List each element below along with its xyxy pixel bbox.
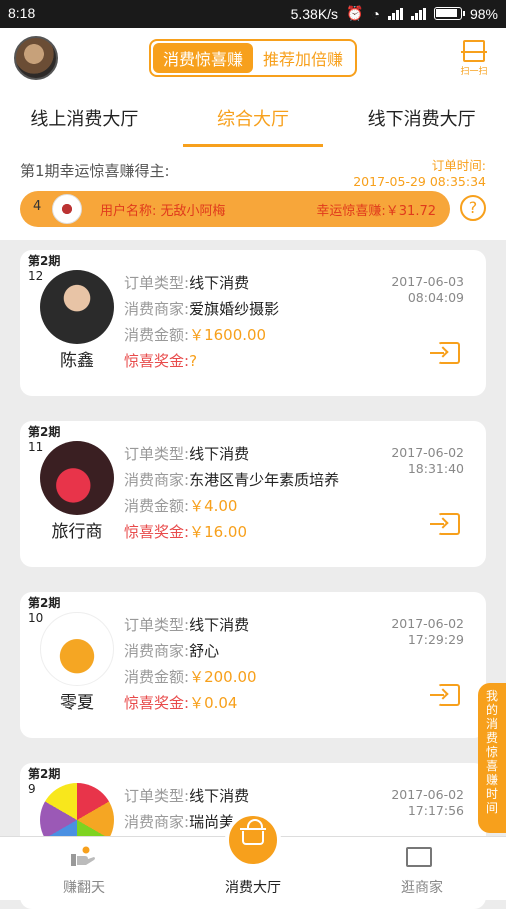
card-count: 11 <box>28 440 44 454</box>
scan-icon <box>461 40 487 62</box>
card-count: 9 <box>28 782 36 796</box>
nav-consume-hall-label: 消费大厅 <box>225 880 281 896</box>
amount-row: 消费金额:￥4.00 <box>124 497 238 515</box>
cart-icon <box>406 847 432 867</box>
winner-section: 第1期幸运惊喜赚得主: 订单时间: 2017-05-29 08:35:34 4 … <box>0 148 506 240</box>
merchant-row: 消费商家:爱旗婚纱摄影 <box>124 300 280 318</box>
tab-online-hall[interactable]: 线上消费大厅 <box>0 98 169 148</box>
order-card[interactable]: 第2期 12 陈鑫 订单类型:线下消费 消费商家:爱旗婚纱摄影 消费金额:￥16… <box>20 250 486 396</box>
nav-merchants-label: 逛商家 <box>401 880 443 896</box>
order-date: 2017-06-02 17:17:56 <box>391 787 464 818</box>
order-card[interactable]: 第2期 11 旅行商 订单类型:线下消费 消费商家:东港区青少年素质培养 消费金… <box>20 421 486 567</box>
scan-label: 扫一扫 <box>460 67 488 77</box>
order-type-row: 订单类型:线下消费 <box>124 274 250 292</box>
signal-icon-2 <box>410 7 426 20</box>
order-user-name: 旅行商 <box>51 522 103 542</box>
winner-avatar <box>52 194 82 224</box>
scan-button[interactable]: 扫一扫 <box>458 40 490 77</box>
amount-row: 消费金额:￥1600.00 <box>124 326 267 344</box>
order-date: 2017-06-02 18:31:40 <box>391 445 464 476</box>
signal-icon <box>387 7 403 20</box>
network-speed: 5.38K/s <box>290 5 339 22</box>
amount-row: 消费金额:￥200.00 <box>124 668 257 686</box>
mode-switcher: 消费惊喜赚 推荐加倍赚 <box>149 39 357 77</box>
order-user-avatar <box>40 270 114 344</box>
hand-coin-icon <box>71 846 95 866</box>
card-period: 第2期 <box>28 596 61 610</box>
battery-icon <box>433 7 465 20</box>
winner-user-name: 用户名称: 无敌小阿梅 <box>100 204 226 219</box>
status-time: 8:18 <box>8 5 36 21</box>
merchant-row: 消费商家:瑞尚美 <box>124 813 235 831</box>
enter-icon[interactable] <box>430 684 460 706</box>
battery-level: 98% <box>469 5 498 22</box>
help-icon[interactable]: ? <box>460 195 486 221</box>
order-user-avatar <box>40 612 114 686</box>
order-type-row: 订单类型:线下消费 <box>124 787 250 805</box>
card-period: 第2期 <box>28 425 61 439</box>
winner-banner[interactable]: 4 用户名称: 无敌小阿梅 幸运惊喜赚:￥31.72 <box>20 191 450 227</box>
order-date: 2017-06-02 17:29:29 <box>391 616 464 647</box>
bonus-row: 惊喜奖金:? <box>124 352 198 370</box>
status-bar: 8:18 5.38K/s ⏰ ◔ 98% <box>0 0 506 28</box>
switch-referral-double[interactable]: 推荐加倍赚 <box>253 43 353 73</box>
tab-general-hall[interactable]: 综合大厅 <box>169 98 338 148</box>
hall-tabs: 线上消费大厅 综合大厅 线下消费大厅 <box>0 98 506 148</box>
my-surprise-time-tab[interactable]: 我的消费惊喜赚时间 <box>478 683 506 833</box>
basket-icon <box>240 819 266 845</box>
order-type-row: 订单类型:线下消费 <box>124 616 250 634</box>
order-type-row: 订单类型:线下消费 <box>124 445 250 463</box>
switch-consume-surprise[interactable]: 消费惊喜赚 <box>153 43 253 73</box>
bonus-row: 惊喜奖金:￥16.00 <box>124 523 248 541</box>
enter-icon[interactable] <box>430 513 460 535</box>
order-card[interactable]: 第2期 10 零夏 订单类型:线下消费 消费商家:舒心 消费金额:￥200.00… <box>20 592 486 738</box>
winner-lucky-amount: 幸运惊喜赚:￥31.72 <box>316 204 436 219</box>
order-time-value: 2017-05-29 08:35:34 <box>353 174 486 189</box>
card-count: 10 <box>28 611 44 625</box>
order-user-avatar <box>40 441 114 515</box>
winner-order-time: 订单时间: 2017-05-29 08:35:34 <box>353 158 486 190</box>
basket-button[interactable] <box>225 812 281 868</box>
alarm-icon: ⏰ <box>346 5 364 21</box>
user-avatar[interactable] <box>14 36 58 80</box>
winner-rank: 4 <box>33 199 42 214</box>
nav-earn-label: 赚翻天 <box>63 880 105 896</box>
card-period: 第2期 <box>28 254 61 268</box>
enter-icon[interactable] <box>430 342 460 364</box>
order-user-name: 陈鑫 <box>60 351 94 371</box>
order-date: 2017-06-03 08:04:09 <box>391 274 464 305</box>
merchant-row: 消费商家:东港区青少年素质培养 <box>124 471 340 489</box>
bonus-row: 惊喜奖金:￥0.04 <box>124 694 238 712</box>
order-user-name: 零夏 <box>60 693 94 713</box>
tab-offline-hall[interactable]: 线下消费大厅 <box>337 98 506 148</box>
merchant-row: 消费商家:舒心 <box>124 642 220 660</box>
nav-earn[interactable]: 赚翻天 <box>0 837 168 901</box>
order-time-label: 订单时间: <box>431 158 486 173</box>
card-count: 12 <box>28 269 44 283</box>
card-period: 第2期 <box>28 767 61 781</box>
app-header: 消费惊喜赚 推荐加倍赚 扫一扫 <box>0 28 506 98</box>
wifi-icon: ◔ <box>371 5 380 22</box>
winner-title: 第1期幸运惊喜赚得主: <box>20 162 170 180</box>
